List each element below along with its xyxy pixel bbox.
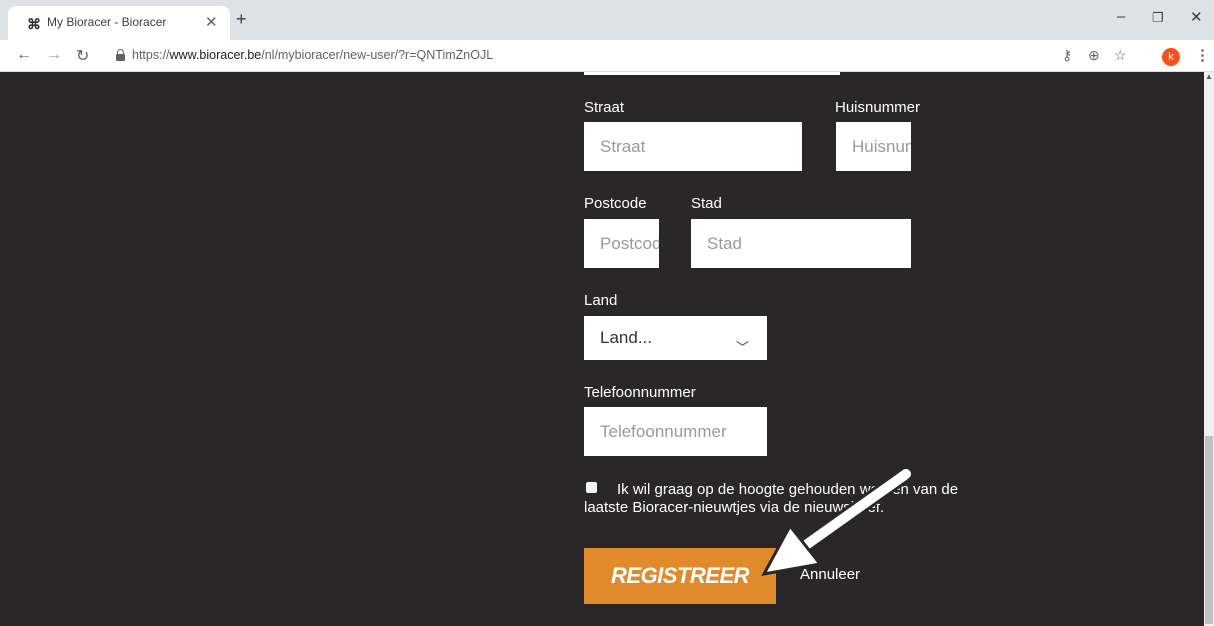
- page-scrollbar[interactable]: ▲: [1204, 72, 1214, 626]
- back-icon[interactable]: ←: [16, 46, 32, 64]
- tab-title: My Bioracer - Bioracer: [47, 15, 167, 29]
- page-content: Straat Huisnummer Postcode Stad Land Lan…: [8, 72, 1204, 626]
- key-icon[interactable]: ⚷: [1062, 47, 1072, 64]
- browser-toolbar: ← → ↻ https://www.bioracer.be/nl/mybiora…: [0, 40, 1214, 72]
- close-window-icon[interactable]: ✕: [1190, 8, 1203, 26]
- new-tab-icon[interactable]: +: [236, 9, 247, 30]
- menu-dots-icon[interactable]: ⋮: [1195, 46, 1210, 64]
- lock-icon: [116, 49, 125, 61]
- scroll-up-icon[interactable]: ▲: [1205, 72, 1213, 81]
- bookmark-star-icon[interactable]: ☆: [1114, 47, 1127, 64]
- scrollbar-thumb[interactable]: [1205, 436, 1213, 624]
- forward-icon[interactable]: →: [46, 46, 62, 64]
- browser-tab[interactable]: ⌘ My Bioracer - Bioracer ✕: [8, 6, 230, 40]
- reload-icon[interactable]: ↻: [76, 46, 89, 66]
- bioracer-logo-icon: ⌘: [27, 16, 41, 32]
- zoom-icon[interactable]: ⊕: [1088, 47, 1100, 64]
- close-tab-icon[interactable]: ✕: [205, 13, 218, 31]
- minimize-icon[interactable]: –: [1117, 8, 1125, 25]
- browser-tab-strip: ⌘ My Bioracer - Bioracer ✕ + – ❐ ✕: [0, 0, 1214, 40]
- arrow-annotation-icon: [761, 466, 914, 577]
- restore-icon[interactable]: ❐: [1152, 10, 1164, 26]
- address-bar[interactable]: https://www.bioracer.be/nl/mybioracer/ne…: [104, 44, 1148, 68]
- profile-avatar[interactable]: k: [1162, 48, 1180, 66]
- url-text[interactable]: https://www.bioracer.be/nl/mybioracer/ne…: [132, 48, 493, 62]
